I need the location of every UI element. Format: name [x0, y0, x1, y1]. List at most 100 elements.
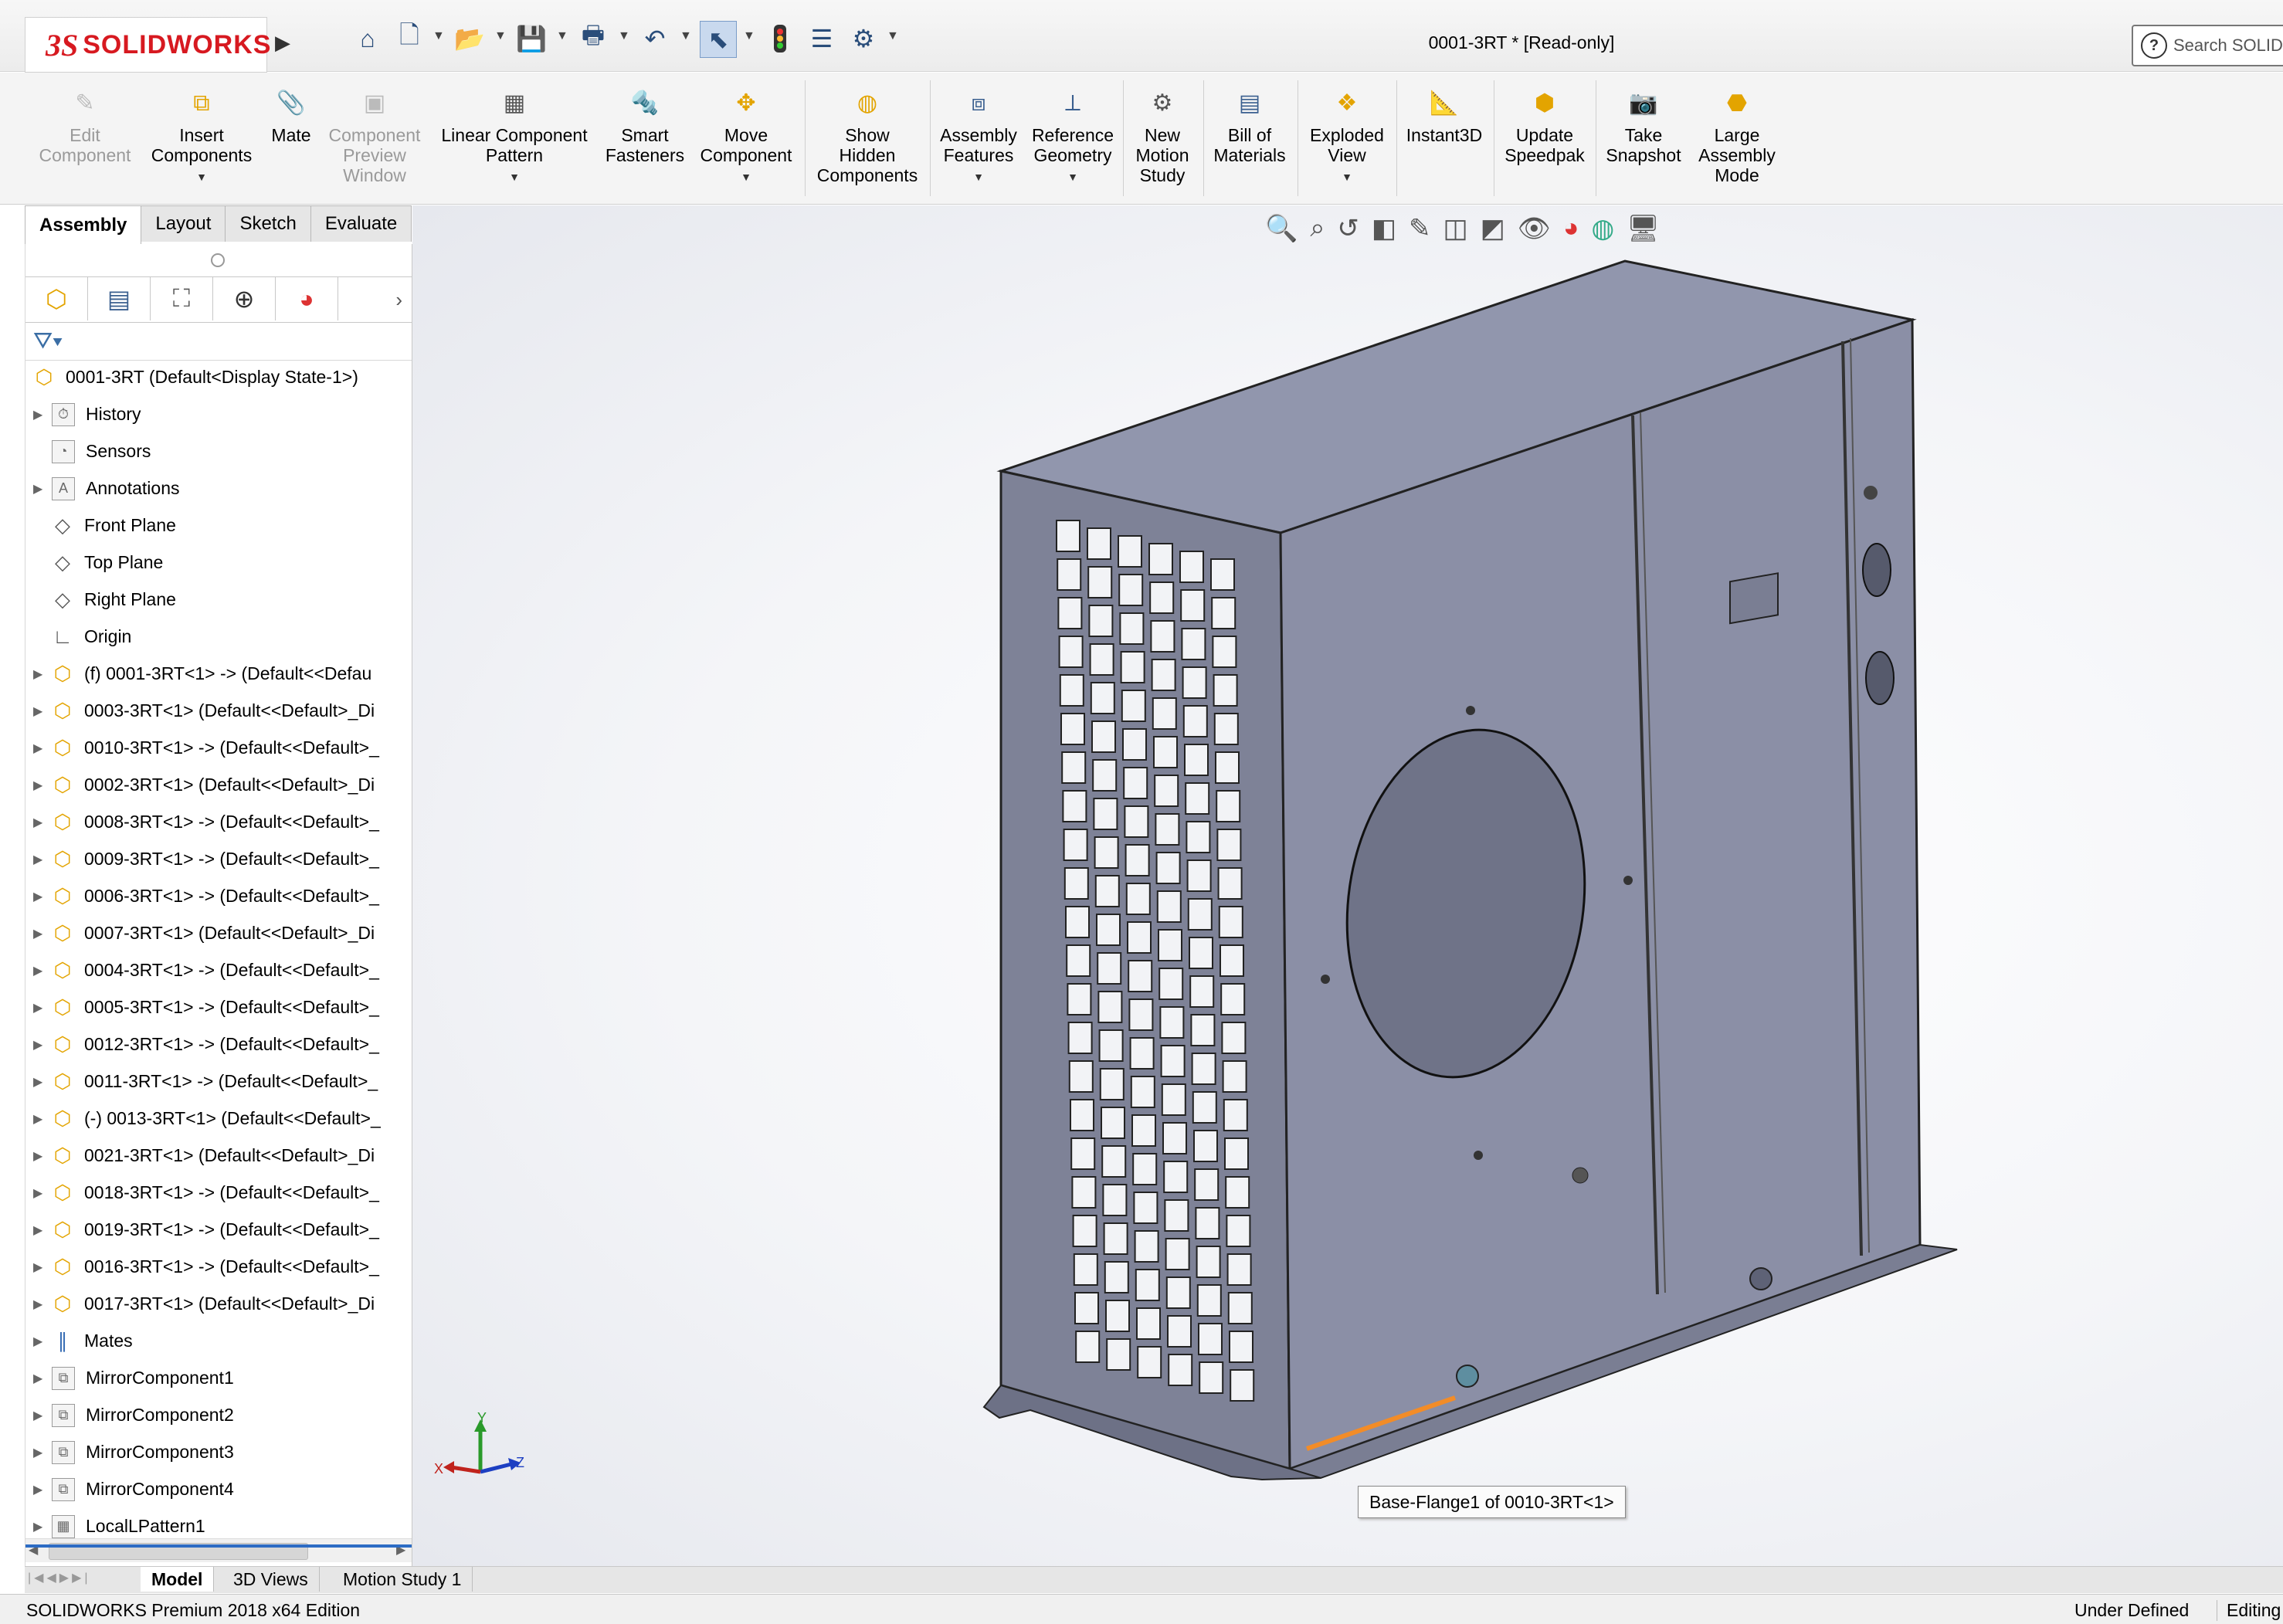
tree-item[interactable]: ▶ ⬡ 0017-3RT<1> (Default<<Default>_Di	[25, 1287, 412, 1321]
tree-item[interactable]: ▶ ⬡ 0005-3RT<1> -> (Default<<Default>_	[25, 990, 412, 1025]
vent-hole[interactable]	[1862, 543, 1891, 597]
tree-item[interactable]: ▶ ▦ LocalLPattern1	[25, 1509, 412, 1544]
dropdown-arrow-icon[interactable]: ▼	[196, 167, 207, 187]
rebuild-icon[interactable]	[765, 23, 795, 54]
tab-3d-views[interactable]: 3D Views	[222, 1567, 320, 1592]
featuremanager-tree-icon[interactable]: ⬡	[25, 277, 88, 320]
expand-arrow-icon[interactable]: ▶	[33, 704, 49, 719]
tree-item[interactable]: ▶ ⬡ 0008-3RT<1> -> (Default<<Default>_	[25, 805, 412, 839]
save-icon[interactable]: 💾	[516, 23, 547, 54]
options-dropdown-icon[interactable]: ▼	[887, 29, 899, 43]
vent-hole[interactable]	[1865, 651, 1895, 705]
expand-arrow-icon[interactable]: ▶	[33, 1408, 49, 1423]
tree-item[interactable]: ▶ ⏱ History	[25, 397, 412, 432]
expand-arrow-icon[interactable]: ▶	[33, 926, 49, 941]
dimxpert-manager-icon[interactable]: ⊕	[213, 277, 276, 320]
bill-of-materials-button[interactable]: ▤ Bill of Materials	[1208, 73, 1291, 204]
open-dropdown-icon[interactable]: ▼	[494, 29, 507, 43]
tree-item[interactable]: ∟ Origin	[25, 619, 412, 654]
tab-sketch[interactable]: Sketch	[225, 205, 311, 242]
print-icon[interactable]: 🖶	[578, 21, 609, 54]
tree-item[interactable]: ▶ ⬡ 0019-3RT<1> -> (Default<<Default>_	[25, 1212, 412, 1247]
display-manager-icon[interactable]: ◕	[276, 277, 338, 320]
new-motion-study-button[interactable]: ⚙ New Motion Study	[1128, 73, 1197, 204]
tree-item[interactable]: ▶ ⬡ 0006-3RT<1> -> (Default<<Default>_	[25, 879, 412, 914]
expand-arrow-icon[interactable]: ▶	[33, 1074, 49, 1090]
tree-item[interactable]: ▶ ⧉ MirrorComponent1	[25, 1361, 412, 1395]
mate-button[interactable]: 📎 Mate	[263, 73, 320, 204]
drain-hole[interactable]	[1749, 1267, 1772, 1290]
undo-dropdown-icon[interactable]: ▼	[680, 29, 692, 43]
search-box[interactable]: ? Search SOLID	[2132, 25, 2283, 66]
show-hidden-components-button[interactable]: ◍ Show Hidden Components	[809, 73, 925, 204]
tree-insertion-bar[interactable]	[25, 1544, 412, 1548]
dropdown-arrow-icon[interactable]: ▼	[509, 167, 520, 187]
tab-scroll-arrows-icon[interactable]: |◀◀▶▶|	[28, 1570, 91, 1585]
tab-layout[interactable]: Layout	[141, 205, 226, 242]
panel-splitter-handle[interactable]	[211, 253, 225, 267]
expand-arrow-icon[interactable]: ▶	[33, 852, 49, 867]
home-icon[interactable]: ⌂	[352, 23, 383, 54]
solidworks-logo[interactable]: 3S SOLIDWORKS	[25, 17, 270, 73]
tree-item[interactable]: ▶ ⬡ 0012-3RT<1> -> (Default<<Default>_	[25, 1027, 412, 1062]
filter-icon[interactable]: ⛛▾	[33, 328, 63, 354]
tree-item[interactable]: ▶ ⬡ 0004-3RT<1> -> (Default<<Default>_	[25, 953, 412, 988]
expand-arrow-icon[interactable]: ▶	[33, 815, 49, 830]
expand-arrow-icon[interactable]: ▶	[33, 481, 49, 497]
expand-arrow-icon[interactable]: ▶	[33, 1371, 49, 1386]
expand-arrow-icon[interactable]: ▶	[33, 741, 49, 756]
move-component-button[interactable]: ✥ Move Component ▼	[694, 73, 799, 204]
expand-arrow-icon[interactable]: ▶	[33, 1482, 49, 1497]
smart-fasteners-button[interactable]: 🔩 Smart Fasteners	[599, 73, 690, 204]
tree-item[interactable]: ▶ ⧉ MirrorComponent3	[25, 1435, 412, 1470]
tree-item[interactable]: ◇ Top Plane	[25, 545, 412, 580]
reference-geometry-button[interactable]: ⟂ Reference Geometry ▼	[1026, 73, 1120, 204]
print-dropdown-icon[interactable]: ▼	[618, 29, 630, 43]
undo-icon[interactable]: ↶	[639, 23, 670, 54]
insert-components-button[interactable]: ⧉ Insert Components ▼	[145, 73, 258, 204]
tree-item[interactable]: ▶ ⬡ 0003-3RT<1> (Default<<Default>_Di	[25, 693, 412, 728]
expand-arrow-icon[interactable]: ▶	[33, 1519, 49, 1534]
tree-item[interactable]: ▶ ⬡ 0002-3RT<1> (Default<<Default>_Di	[25, 768, 412, 802]
new-document-icon[interactable]: 🗋	[394, 21, 425, 54]
nameplate-cutout[interactable]	[1729, 572, 1779, 625]
assembly-features-button[interactable]: ⧈ Assembly Features ▼	[935, 73, 1023, 204]
dropdown-arrow-icon[interactable]: ▼	[973, 167, 984, 187]
expand-arrow-icon[interactable]: ▶	[33, 1334, 49, 1349]
graphics-area[interactable]: 🔍 ⌕ ↺ ◧ ✎ ◫ ◩ 👁 ◕ ◍ 🖥 Y Z X	[412, 205, 2283, 1566]
edit-component-button[interactable]: ✎ Edit Component	[31, 73, 139, 204]
save-dropdown-icon[interactable]: ▼	[556, 29, 568, 43]
instant3d-button[interactable]: 📐 Instant3D	[1399, 73, 1489, 204]
expand-arrow-icon[interactable]: ▶	[33, 1260, 49, 1275]
expand-arrow-icon[interactable]: ▶	[33, 1000, 49, 1015]
tab-motion-study-1[interactable]: Motion Study 1	[332, 1567, 473, 1592]
tree-item[interactable]: ◔ Sensors	[25, 434, 412, 469]
dropdown-arrow-icon[interactable]: ▼	[741, 167, 751, 187]
tree-item[interactable]: ▶ ⬡ (f) 0001-3RT<1> -> (Default<<Defau	[25, 656, 412, 691]
component-preview-window-button[interactable]: ▣ Component Preview Window	[324, 73, 425, 204]
tab-evaluate[interactable]: Evaluate	[310, 205, 412, 242]
menu-expand-icon[interactable]: ▶	[275, 31, 290, 55]
tree-item[interactable]: ▶ ⬡ 0011-3RT<1> -> (Default<<Default>_	[25, 1064, 412, 1099]
tree-root[interactable]: ⬡ 0001-3RT (Default<Display State-1>)	[25, 360, 412, 395]
expand-arrow-icon[interactable]: ▶	[33, 407, 49, 422]
property-manager-icon[interactable]: ▤	[88, 277, 151, 320]
tree-item[interactable]: ▶ ⧉ MirrorComponent4	[25, 1472, 412, 1507]
expand-arrow-icon[interactable]: ▶	[33, 1185, 49, 1201]
file-properties-icon[interactable]: ☰	[806, 23, 837, 54]
tree-filter[interactable]: ⛛▾	[25, 323, 412, 361]
tree-item[interactable]: ▶ ⧉ MirrorComponent2	[25, 1398, 412, 1432]
tree-item[interactable]: ◇ Right Plane	[25, 582, 412, 617]
take-snapshot-button[interactable]: 📷 Take Snapshot	[1600, 73, 1687, 204]
tree-item[interactable]: ▶ ⬡ 0010-3RT<1> -> (Default<<Default>_	[25, 731, 412, 765]
dropdown-arrow-icon[interactable]: ▼	[1067, 167, 1078, 187]
dropdown-arrow-icon[interactable]: ▼	[1342, 167, 1352, 187]
drain-hole[interactable]	[1456, 1365, 1479, 1388]
tree-item[interactable]: ▶ ∥ Mates	[25, 1324, 412, 1358]
tree-item[interactable]: ▶ A Annotations	[25, 471, 412, 506]
options-icon[interactable]: ⚙	[848, 23, 879, 54]
tree-item[interactable]: ▶ ⬡ 0021-3RT<1> (Default<<Default>_Di	[25, 1138, 412, 1173]
expand-arrow-icon[interactable]: ▶	[33, 1222, 49, 1238]
expand-arrow-icon[interactable]: ▶	[33, 889, 49, 904]
tree-item[interactable]: ▶ ⬡ 0009-3RT<1> -> (Default<<Default>_	[25, 842, 412, 876]
